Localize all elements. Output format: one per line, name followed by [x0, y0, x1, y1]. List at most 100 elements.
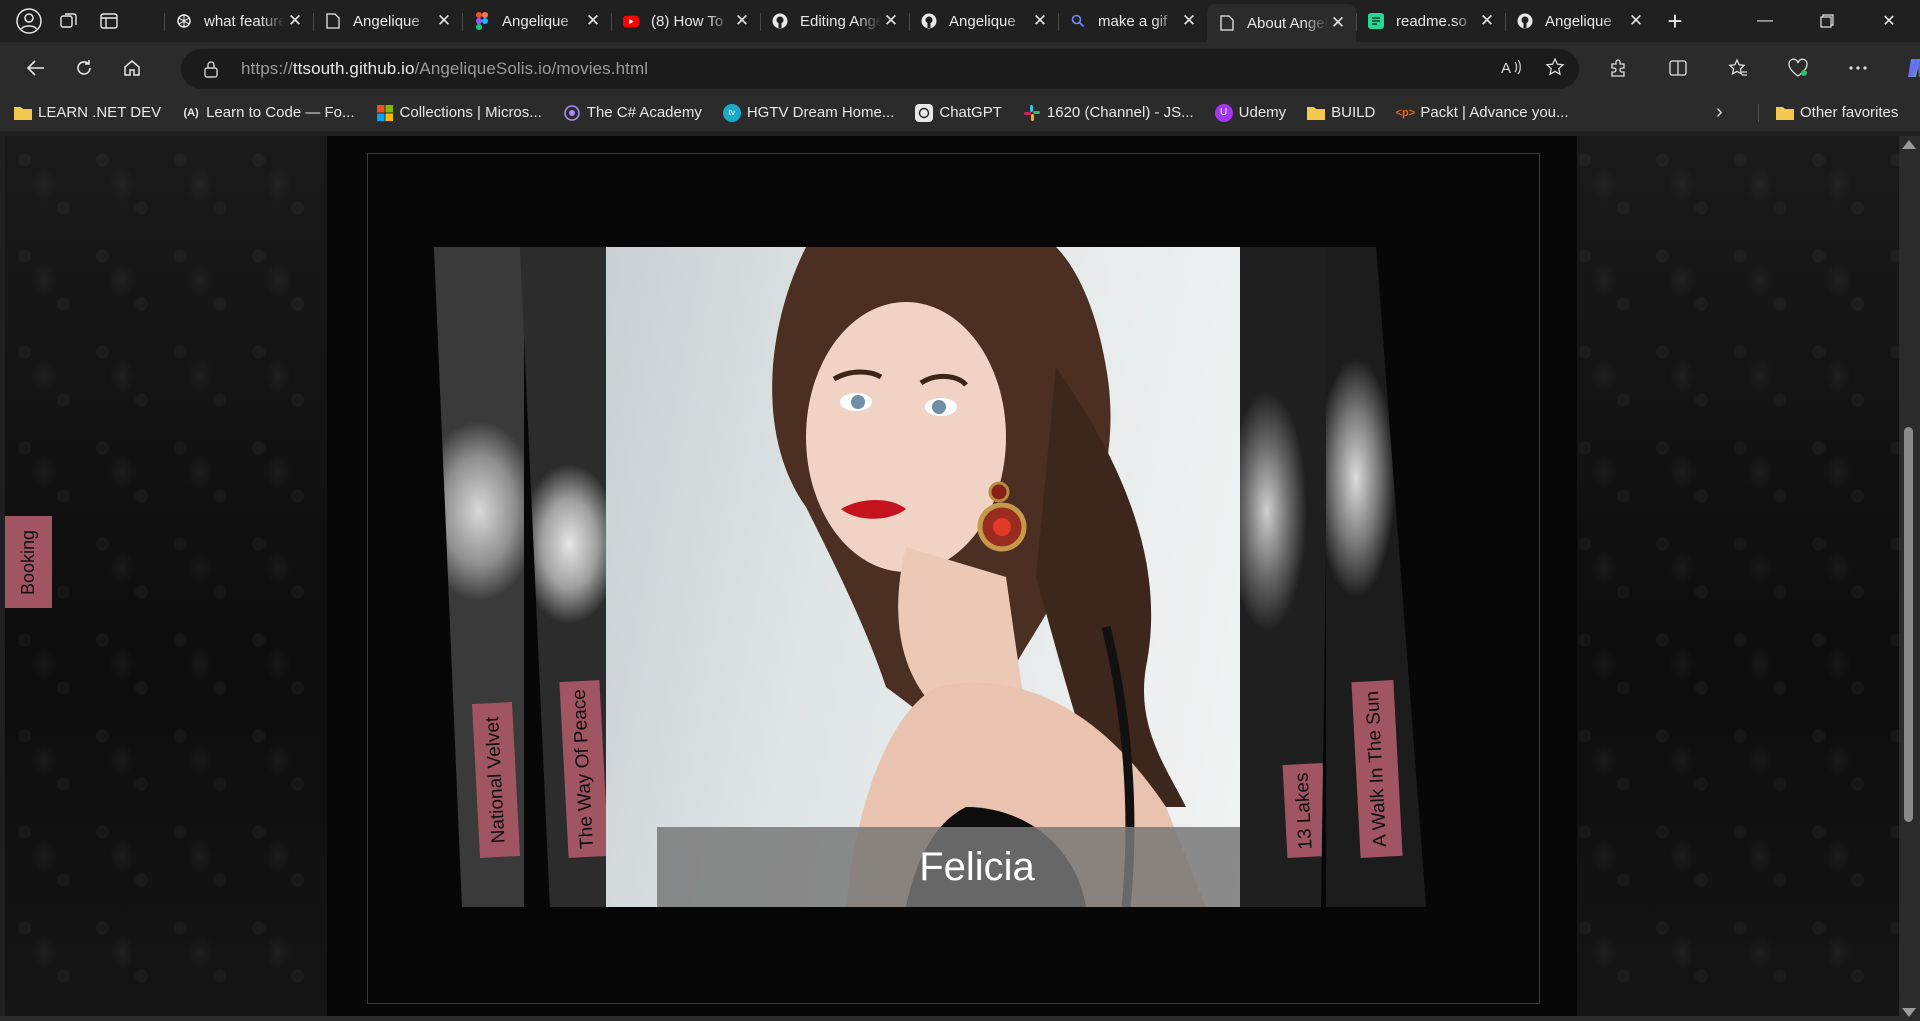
- bookmark-csharp-academy[interactable]: The C# Academy: [563, 104, 702, 122]
- browser-essentials-icon[interactable]: [1770, 48, 1826, 88]
- tab-2[interactable]: Angelique ✕: [462, 4, 611, 38]
- featured-photo[interactable]: [606, 247, 1244, 907]
- close-icon[interactable]: ✕: [1179, 11, 1199, 31]
- page-icon: [1219, 15, 1235, 31]
- bookmark-packt[interactable]: <p> Packt | Advance you...: [1395, 104, 1569, 122]
- bookmark-label: BUILD: [1331, 104, 1376, 121]
- youtube-icon: [623, 13, 639, 29]
- close-icon[interactable]: ✕: [881, 11, 901, 31]
- page-scrollbar[interactable]: [1899, 136, 1920, 1021]
- gallery-strip-13-lakes[interactable]: 13 Lakes: [1240, 247, 1330, 907]
- bookmark-freecodecamp[interactable]: (A) Learn to Code — Fo...: [182, 104, 354, 122]
- back-icon[interactable]: [14, 48, 58, 88]
- tab-7-active[interactable]: About Angelique ✕: [1207, 4, 1356, 42]
- page-viewport: Booking National Velvet The Way Of Peace: [5, 136, 1899, 1016]
- bookmark-label: LEARN .NET DEV: [38, 104, 162, 121]
- tab-label: what features: [204, 12, 285, 30]
- readme-icon: [1368, 13, 1384, 29]
- favorites-icon[interactable]: [1710, 48, 1766, 88]
- bookmark-slack-channel[interactable]: 1620 (Channel) - JS...: [1023, 104, 1194, 122]
- profile-icon[interactable]: [10, 4, 48, 38]
- close-icon[interactable]: ✕: [583, 11, 603, 31]
- close-icon[interactable]: ✕: [1477, 11, 1497, 31]
- new-tab-button[interactable]: +: [1654, 4, 1696, 38]
- bookmark-label: Udemy: [1238, 104, 1287, 121]
- close-icon[interactable]: ✕: [1030, 11, 1050, 31]
- tab-4[interactable]: Editing Angelique ✕: [760, 4, 909, 38]
- scrollbar-thumb[interactable]: [1904, 427, 1913, 822]
- udemy-icon: U: [1214, 103, 1233, 122]
- tab-5[interactable]: Angelique ✕: [909, 4, 1058, 38]
- booking-side-tab[interactable]: Booking: [5, 516, 52, 608]
- strip-label-text: National Velvet: [481, 716, 510, 844]
- workspaces-icon[interactable]: [50, 4, 88, 38]
- more-menu-icon[interactable]: [1830, 48, 1886, 88]
- openai-icon: [176, 13, 192, 29]
- favorite-star-icon[interactable]: [1545, 56, 1565, 82]
- tab-8[interactable]: readme.so ✕: [1356, 4, 1505, 38]
- close-window-icon[interactable]: ✕: [1858, 0, 1920, 42]
- close-icon[interactable]: ✕: [732, 11, 752, 31]
- movie-gallery: National Velvet The Way Of Peace Felicia…: [434, 247, 1474, 907]
- refresh-icon[interactable]: [62, 48, 106, 88]
- url-text: https://ttsouth.github.io/AngeliqueSolis…: [241, 59, 648, 79]
- strip-label: 13 Lakes: [1282, 763, 1328, 858]
- close-icon[interactable]: ✕: [1328, 13, 1348, 33]
- read-aloud-icon[interactable]: A: [1501, 58, 1523, 81]
- bookmark-chatgpt[interactable]: ChatGPT: [915, 103, 1002, 122]
- bookmarks-divider: [1758, 104, 1759, 122]
- gallery-strip-the-way-of-peace[interactable]: The Way Of Peace: [520, 247, 610, 907]
- bookmark-label: Learn to Code — Fo...: [206, 104, 355, 121]
- copilot-icon[interactable]: [1890, 48, 1920, 88]
- tab-strip-left-controls: [0, 0, 164, 42]
- tab-label: (8) How To: [651, 12, 724, 30]
- restore-icon[interactable]: [1796, 0, 1858, 42]
- tab-label: Angelique: [502, 12, 569, 30]
- close-icon[interactable]: ✕: [285, 11, 305, 31]
- bookmark-learn-net-dev[interactable]: LEARN .NET DEV: [14, 104, 161, 122]
- favorites-bar: LEARN .NET DEV (A) Learn to Code — Fo... …: [0, 94, 1920, 131]
- booking-label: Booking: [18, 529, 38, 595]
- tab-label: About Angelique: [1247, 14, 1328, 32]
- url-host: ttsouth.github.io: [292, 59, 415, 78]
- bookmark-microsoft-collections[interactable]: Collections | Micros...: [376, 104, 542, 122]
- close-icon[interactable]: ✕: [434, 11, 454, 31]
- tab-9[interactable]: Angelique ✕: [1505, 4, 1654, 38]
- bookmark-build[interactable]: BUILD: [1307, 104, 1375, 122]
- gallery-strip-national-velvet[interactable]: National Velvet: [434, 247, 524, 907]
- tab-0[interactable]: what features ✕: [164, 4, 313, 38]
- more-bookmarks-chevron-icon[interactable]: ›: [1716, 94, 1723, 131]
- featured-caption: Felicia: [657, 827, 1297, 907]
- home-icon[interactable]: [110, 48, 154, 88]
- tab-strip: what features ✕ Angelique ✕ Angelique ✕ …: [0, 0, 1920, 42]
- bookmark-label: ChatGPT: [939, 104, 1002, 121]
- other-favorites[interactable]: Other favorites: [1776, 94, 1898, 131]
- vertical-tabs-icon[interactable]: [90, 4, 128, 38]
- tab-label: Angelique: [353, 12, 420, 30]
- url-scheme: https://: [241, 59, 293, 78]
- scroll-down-icon[interactable]: [1902, 1008, 1916, 1017]
- extensions-icon[interactable]: [1590, 48, 1646, 88]
- bookmark-label: HGTV Dream Home...: [746, 104, 895, 121]
- strip-label-text: The Way Of Peace: [568, 688, 599, 850]
- split-screen-icon[interactable]: [1650, 48, 1706, 88]
- github-icon: [772, 13, 788, 29]
- bookmark-hgtv[interactable]: tv HGTV Dream Home...: [722, 103, 895, 122]
- tab-1[interactable]: Angelique ✕: [313, 4, 462, 38]
- close-icon[interactable]: ✕: [1626, 11, 1646, 31]
- minimize-icon[interactable]: —: [1734, 0, 1796, 42]
- bookmark-udemy[interactable]: U Udemy: [1214, 103, 1287, 122]
- address-bar[interactable]: https://ttsouth.github.io/AngeliqueSolis…: [181, 49, 1579, 89]
- github-icon: [921, 13, 937, 29]
- scroll-up-icon[interactable]: [1902, 140, 1916, 149]
- packt-icon: <p>: [1395, 106, 1416, 119]
- window-bottom-edge: [0, 1016, 1899, 1021]
- tab-3[interactable]: (8) How To ✕: [611, 4, 760, 38]
- tab-6[interactable]: make a gif ✕: [1058, 4, 1207, 38]
- microsoft-icon: [376, 104, 394, 122]
- tab-label: Angelique: [1545, 12, 1612, 30]
- bookmark-label: Packt | Advance you...: [1420, 104, 1569, 121]
- gallery-strip-a-walk-in-the-sun[interactable]: A Walk In The Sun: [1326, 247, 1426, 907]
- bookmark-label: Collections | Micros...: [399, 104, 542, 121]
- lock-icon[interactable]: [203, 60, 221, 78]
